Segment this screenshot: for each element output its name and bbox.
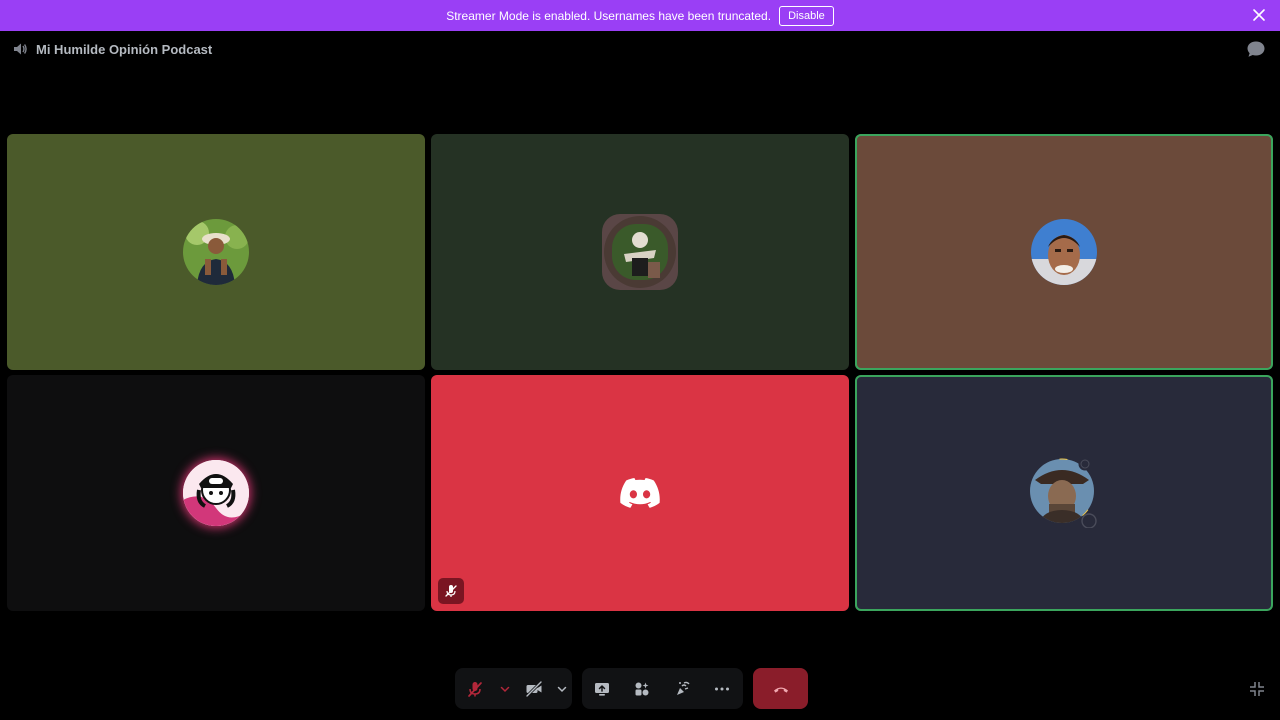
avatar [183,219,249,285]
discord-logo-icon [620,478,660,508]
chat-bubble-icon[interactable] [1246,40,1266,58]
streamer-mode-text: Streamer Mode is enabled. Usernames have… [446,8,772,23]
participant-tile[interactable] [7,375,425,611]
streamer-mode-banner: Streamer Mode is enabled. Usernames have… [0,0,1280,31]
participant-tile[interactable] [431,375,849,611]
disconnect-button[interactable] [753,668,808,709]
exit-fullscreen-icon[interactable] [1248,680,1266,698]
participant-tile[interactable] [855,134,1273,370]
mute-button[interactable] [455,669,495,709]
camera-off-icon [525,680,543,697]
channel-header: Mi Humilde Opinión Podcast [12,40,212,58]
camera-button[interactable] [514,669,552,709]
participant-tile[interactable] [855,375,1273,611]
camera-options-caret[interactable] [553,669,572,709]
media-controls [455,668,572,709]
screen-share-button[interactable] [582,669,622,709]
mic-options-caret[interactable] [495,669,514,709]
more-options-button[interactable] [702,669,742,709]
mic-off-icon [468,681,482,697]
chevron-down-icon [558,686,567,692]
close-icon[interactable] [1252,8,1266,22]
disable-streamer-mode-button[interactable]: Disable [779,5,834,26]
activity-controls [582,668,743,709]
avatar [183,460,249,526]
mic-off-icon [445,585,457,597]
channel-name: Mi Humilde Opinión Podcast [36,41,213,57]
participant-tile[interactable] [7,134,425,370]
avatar [1031,219,1097,285]
soundboard-icon [677,681,690,695]
activities-button[interactable] [622,669,662,709]
participant-tile[interactable] [431,134,849,370]
avatar [1029,457,1099,529]
more-icon [715,687,729,690]
avatar [602,214,678,290]
hang-up-icon [773,687,788,693]
soundboard-button[interactable] [662,669,702,709]
screen-share-icon [595,682,609,696]
activities-icon [635,682,649,695]
chevron-down-icon [500,686,510,692]
speaker-icon [14,43,27,55]
muted-badge [438,578,464,604]
